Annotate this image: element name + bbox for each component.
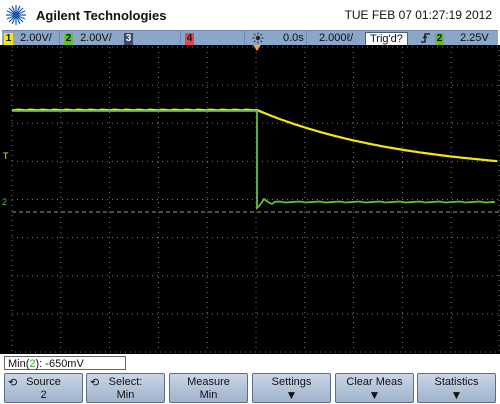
channel-1-ground-marker: T bbox=[3, 151, 9, 161]
down-arrow-icon: ▼ bbox=[285, 388, 298, 402]
down-arrow-icon: ▼ bbox=[450, 388, 463, 402]
channel-2-scale[interactable]: 2 2.00V/ bbox=[64, 32, 112, 45]
channel-2-ground-marker: 2 bbox=[2, 197, 7, 207]
rotary-knob-icon: ⟲ bbox=[90, 377, 100, 389]
channel-1-trace bbox=[11, 108, 498, 163]
select-softkey[interactable]: ⟲ Select: Min bbox=[86, 373, 165, 403]
channel-4-badge: 4 bbox=[185, 33, 194, 45]
statistics-softkey[interactable]: Statistics ▼ bbox=[417, 373, 496, 403]
measure-softkey-value: Min bbox=[199, 389, 218, 401]
channel-1-badge: 1 bbox=[4, 33, 13, 45]
select-softkey-value: Min bbox=[116, 389, 135, 401]
channel-4-scale[interactable]: 4 bbox=[185, 32, 194, 45]
trigger-position-marker bbox=[253, 45, 261, 51]
channel-2-scale-value: 2.00V/ bbox=[80, 32, 112, 44]
clear-meas-softkey[interactable]: Clear Meas ▼ bbox=[335, 373, 414, 403]
readout-prefix: Min( bbox=[8, 358, 30, 370]
softkey-bar: ⟲ Source 2 ⟲ Select: Min Measure Min Set… bbox=[0, 373, 500, 404]
statistics-softkey-label: Statistics bbox=[434, 376, 479, 388]
trigger-edge-icon bbox=[420, 32, 432, 45]
header-bar: Agilent Technologies TUE FEB 07 01:27:19… bbox=[0, 0, 500, 30]
trigger-level[interactable]: 2.25V bbox=[460, 32, 489, 45]
settings-softkey-label: Settings bbox=[271, 376, 312, 388]
source-softkey-value: 2 bbox=[40, 389, 47, 401]
measure-softkey-label: Measure bbox=[187, 376, 230, 388]
settings-softkey[interactable]: Settings ▼ bbox=[252, 373, 331, 403]
channel-2-badge: 2 bbox=[64, 33, 73, 45]
timebase-scale[interactable]: 2.000ℓ/ bbox=[319, 32, 353, 45]
readout-value: ): -650mV bbox=[35, 358, 84, 370]
date-time: TUE FEB 07 01:27:19 2012 bbox=[344, 8, 492, 22]
source-softkey[interactable]: ⟲ Source 2 bbox=[4, 373, 83, 403]
rotary-knob-icon: ⟲ bbox=[8, 377, 18, 389]
horizontal-delay[interactable]: 0.0s bbox=[283, 32, 304, 45]
channel-2-trace bbox=[12, 110, 496, 211]
waveform-graticule: T 2 bbox=[2, 45, 500, 353]
down-arrow-icon: ▼ bbox=[368, 388, 381, 402]
measure-softkey[interactable]: Measure Min bbox=[169, 373, 248, 403]
clear-meas-softkey-label: Clear Meas bbox=[346, 376, 403, 388]
channel-1-scale[interactable]: 1 2.00V/ bbox=[4, 32, 52, 45]
channel-3-scale[interactable]: 3 bbox=[124, 32, 133, 45]
trigger-status: Trig'd? bbox=[365, 32, 408, 46]
agilent-logo-icon bbox=[6, 5, 26, 25]
channel-1-scale-value: 2.00V/ bbox=[20, 32, 52, 44]
trigger-source-badge: 2 bbox=[435, 33, 444, 45]
waveform-display[interactable]: T 2 bbox=[0, 45, 500, 354]
brand-name: Agilent Technologies bbox=[36, 7, 167, 23]
channel-3-badge: 3 bbox=[124, 33, 133, 45]
trigger-source[interactable]: 2 bbox=[435, 32, 444, 45]
brand: Agilent Technologies bbox=[4, 3, 167, 27]
measurement-readout: Min(2): -650mV bbox=[4, 356, 126, 370]
trigger-sun-icon bbox=[252, 32, 264, 45]
